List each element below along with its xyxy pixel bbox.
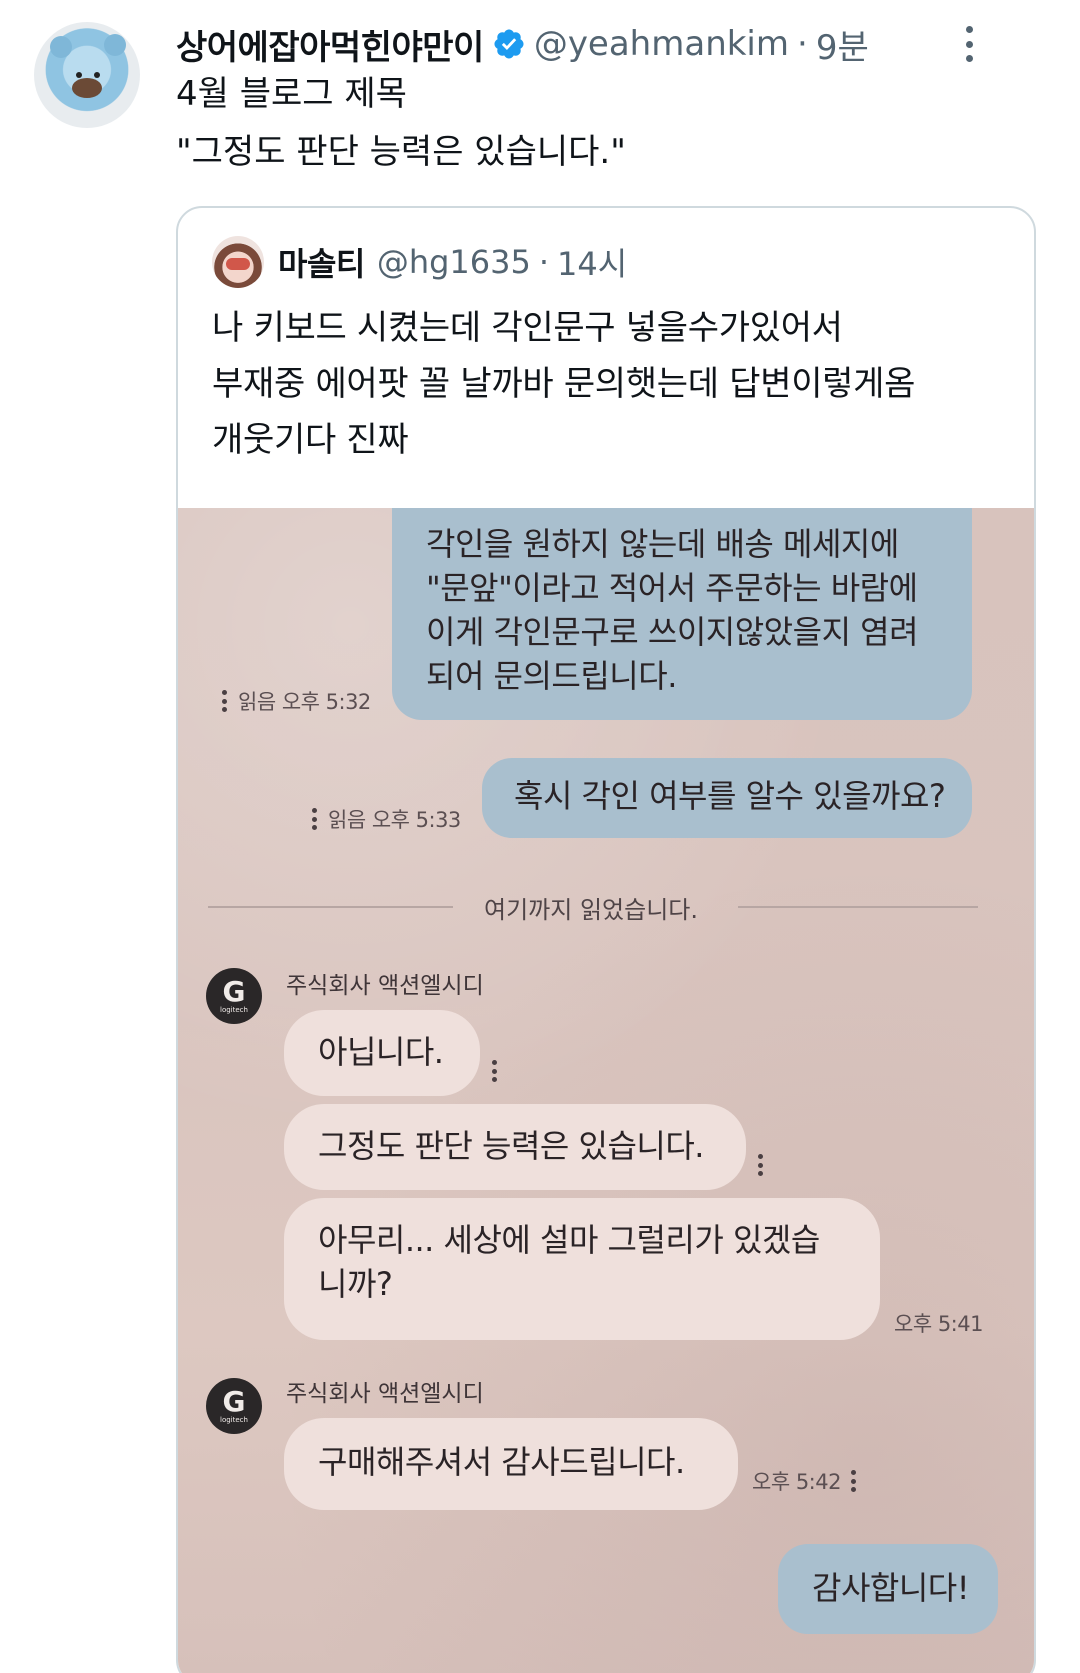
received-message-bubble: 구매해주셔서 감사드립니다. [284, 1418, 738, 1510]
message-line: 니까? [318, 1265, 393, 1303]
attached-photo[interactable]: 각인을 원하지 않는데 배송 메세지에 "문앞"이라고 적어서 주문하는 바람에… [178, 508, 1034, 1673]
message-line: "문앞"이라고 적어서 주문하는 바람에 [426, 569, 918, 607]
logitech-logo-icon[interactable]: G logitech [206, 1378, 262, 1434]
message-line: 아무리... 세상에 설마 그럴리가 있겠습 [318, 1221, 820, 1259]
tweet-text-line-1: 4월 블로그 제목 [176, 74, 407, 114]
tweet-text-line-2: "그정도 판단 능력은 있습니다." [176, 132, 626, 172]
read-receipt: 읽음 오후 5:33 [312, 804, 461, 834]
logitech-logo-icon[interactable]: G logitech [206, 968, 262, 1024]
message-line: 각인을 원하지 않는데 배송 메세지에 [426, 525, 899, 563]
logo-letter: G [222, 975, 246, 1008]
author-display-name[interactable]: 상어에잡아먹힌야만이 [176, 20, 484, 69]
message-text: 아닙니다. [318, 1033, 444, 1071]
kebab-icon[interactable] [492, 1060, 498, 1082]
quoted-tweet-timestamp[interactable]: 14시 [557, 239, 627, 285]
message-text: 혹시 각인 여부를 알수 있을까요? [514, 777, 946, 815]
tweet-timestamp[interactable]: 9분 [816, 20, 869, 69]
avatar-ear [104, 34, 126, 56]
quoted-author-handle[interactable]: @hg1635 [377, 243, 531, 281]
verified-badge-icon [494, 29, 524, 59]
message-time-row: 오후 5:42 [752, 1466, 867, 1496]
divider-line [738, 906, 978, 908]
kebab-icon[interactable] [312, 808, 318, 830]
separator-dot: · [797, 24, 808, 64]
tweet-header: 상어에잡아먹힌야만이 @yeahmankim · 9분 [176, 18, 869, 70]
sent-message-bubble: 혹시 각인 여부를 알수 있을까요? [482, 758, 972, 838]
read-receipt: 읽음 오후 5:32 [222, 686, 371, 716]
message-options [758, 1154, 774, 1176]
avatar-eye [76, 72, 82, 78]
more-vertical-icon[interactable] [962, 26, 976, 62]
sent-message-bubble: 각인을 원하지 않는데 배송 메세지에 "문앞"이라고 적어서 주문하는 바람에… [392, 508, 972, 720]
author-handle[interactable]: @yeahmankim [534, 24, 789, 64]
quoted-text-line-2: 부재중 에어팟 꼴 날까바 문의햇는데 답변이렇게옴 [212, 364, 916, 404]
received-message-bubble: 아무리... 세상에 설마 그럴리가 있겠습 니까? [284, 1198, 880, 1340]
read-time: 읽음 오후 5:32 [238, 690, 371, 714]
kebab-icon[interactable] [850, 1470, 857, 1492]
message-line: 되어 문의드립니다. [426, 657, 677, 695]
sent-message-bubble: 감사합니다! [778, 1544, 998, 1634]
avatar-ear [50, 36, 72, 58]
sender-name: 주식회사 액션엘시디 [286, 1381, 484, 1407]
read-marker-text: 여기까지 읽었습니다. [484, 896, 698, 924]
logo-letter: G [222, 1385, 246, 1418]
kebab-icon[interactable] [758, 1154, 764, 1176]
received-message-bubble: 아닙니다. [284, 1010, 480, 1096]
sender-name: 주식회사 액션엘시디 [286, 973, 484, 999]
logo-subtext: logitech [220, 1416, 248, 1424]
read-time: 읽음 오후 5:33 [328, 808, 461, 832]
avatar-face [72, 78, 102, 98]
quoted-text-line-3: 개웃기다 진짜 [212, 420, 409, 460]
kebab-icon[interactable] [222, 690, 228, 712]
quoted-author-display-name[interactable]: 마솔티 [278, 239, 365, 285]
quoted-author-avatar[interactable] [212, 236, 264, 288]
message-line: 이게 각인문구로 쓰이지않았을지 염려 [426, 613, 919, 651]
message-time: 오후 5:42 [752, 1470, 841, 1494]
quoted-text-line-1: 나 키보드 시켰는데 각인문구 넣을수가있어서 [212, 308, 843, 348]
author-avatar[interactable] [34, 22, 140, 128]
quoted-tweet-card[interactable]: 마솔티 @hg1635 · 14시 나 키보드 시켰는데 각인문구 넣을수가있어… [176, 206, 1036, 1673]
message-text: 그정도 판단 능력은 있습니다. [318, 1127, 704, 1165]
avatar-eye [94, 72, 100, 78]
message-text: 구매해주셔서 감사드립니다. [318, 1443, 685, 1481]
message-options [492, 1060, 508, 1082]
message-time: 오후 5:41 [894, 1312, 983, 1336]
received-message-bubble: 그정도 판단 능력은 있습니다. [284, 1104, 746, 1190]
logo-subtext: logitech [220, 1006, 248, 1014]
separator-dot: · [538, 243, 550, 281]
quoted-tweet-header: 마솔티 @hg1635 · 14시 [212, 236, 627, 288]
divider-line [208, 906, 453, 908]
message-text: 감사합니다! [812, 1569, 970, 1607]
